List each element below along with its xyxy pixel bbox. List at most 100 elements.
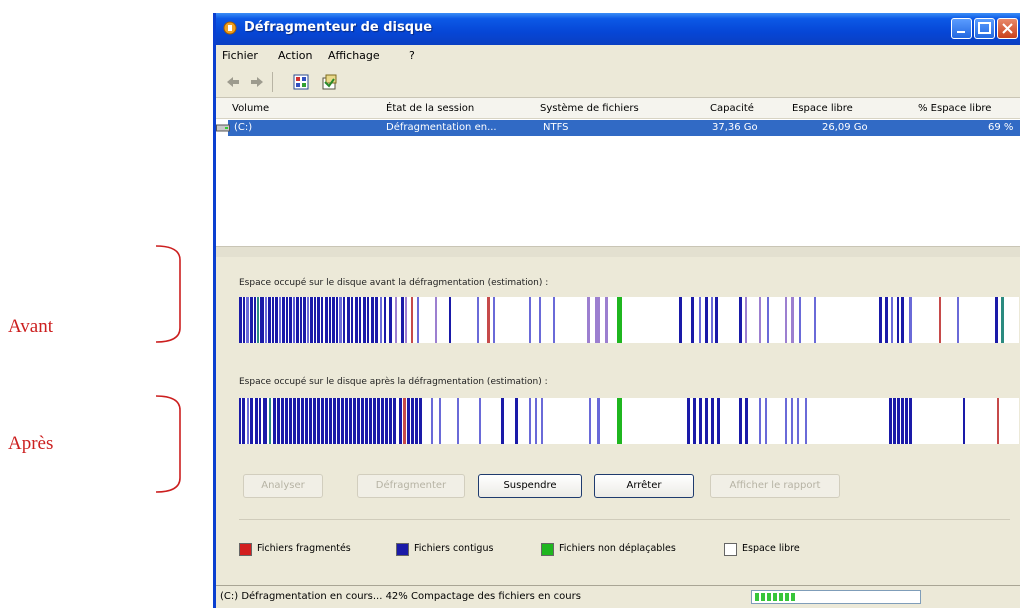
disk-cluster-stripe [401, 297, 404, 343]
disk-cluster-stripe [879, 297, 882, 343]
disk-cluster-stripe [257, 297, 259, 343]
properties-icon[interactable] [320, 73, 338, 91]
menu-fichier[interactable]: Fichier [222, 49, 258, 62]
column-free-percent[interactable]: % Espace libre [918, 103, 991, 114]
progress-segment [785, 593, 789, 601]
disk-cluster-stripe [745, 398, 748, 444]
disk-cluster-stripe [353, 398, 356, 444]
progress-segment [767, 593, 771, 601]
disk-cluster-stripe [321, 398, 324, 444]
cell-capacity: 37,36 Go [712, 122, 758, 133]
toolbar-separator [272, 72, 273, 92]
column-capacity[interactable]: Capacité [710, 103, 754, 114]
disk-cluster-stripe [399, 398, 402, 444]
disk-cluster-stripe [589, 398, 591, 444]
after-brace [155, 395, 181, 493]
disk-cluster-stripe [242, 398, 245, 444]
disk-cluster-stripe [415, 398, 418, 444]
disk-cluster-stripe [317, 297, 320, 343]
fragmented-swatch [239, 543, 252, 556]
cell-fs: NTFS [543, 122, 569, 133]
before-analysis-label: Espace occupé sur le disque avant la déf… [239, 278, 549, 288]
back-arrow-icon[interactable] [224, 73, 242, 91]
column-session-status[interactable]: État de la session [386, 103, 474, 114]
contiguous-swatch [396, 543, 409, 556]
minimize-button[interactable] [951, 18, 972, 39]
disk-cluster-stripe [282, 297, 285, 343]
column-volume[interactable]: Volume [232, 103, 269, 114]
disk-cluster-stripe [357, 398, 360, 444]
disk-cluster-stripe [300, 297, 302, 343]
disk-cluster-stripe [263, 398, 267, 444]
disk-cluster-stripe [301, 398, 304, 444]
menu-action[interactable]: Action [278, 49, 312, 62]
disk-cluster-stripe [286, 297, 288, 343]
before-defrag-display [239, 297, 1019, 343]
disk-cluster-stripe [247, 398, 249, 444]
cell-free: 26,09 Go [822, 122, 868, 133]
column-free-space[interactable]: Espace libre [792, 103, 853, 114]
column-file-system[interactable]: Système de fichiers [540, 103, 639, 114]
disk-cluster-stripe [1001, 297, 1004, 343]
menu-affichage[interactable]: Affichage [328, 49, 380, 62]
defragment-button[interactable]: Défragmenter [357, 474, 465, 498]
disk-cluster-stripe [717, 398, 720, 444]
progress-segment [791, 593, 795, 601]
menu-help[interactable]: ? [409, 49, 415, 62]
disk-cluster-stripe [269, 398, 271, 444]
disk-cluster-stripe [313, 398, 316, 444]
disk-cluster-stripe [279, 297, 281, 343]
disk-cluster-stripe [309, 398, 312, 444]
before-brace [155, 245, 181, 343]
view-report-button[interactable]: Afficher le rapport [710, 474, 840, 498]
view-icon[interactable] [292, 73, 310, 91]
horizontal-scrollbar[interactable] [216, 246, 1020, 257]
defrag-app-icon [223, 21, 237, 35]
disk-cluster-stripe [314, 297, 316, 343]
disk-cluster-stripe [293, 297, 295, 343]
disk-cluster-stripe [405, 297, 407, 343]
disk-cluster-stripe [332, 297, 335, 343]
disk-cluster-stripe [341, 398, 344, 444]
table-row[interactable]: (C:) Défragmentation en... NTFS 37,36 Go… [216, 120, 1020, 136]
disk-cluster-stripe [297, 398, 300, 444]
disk-cluster-stripe [553, 297, 555, 343]
disk-cluster-stripe [385, 398, 388, 444]
after-annotation: Après [8, 433, 54, 454]
disk-cluster-stripe [289, 297, 292, 343]
disk-cluster-stripe [375, 297, 378, 343]
pause-button[interactable]: Suspendre [478, 474, 582, 498]
disk-cluster-stripe [307, 297, 309, 343]
disk-cluster-stripe [691, 297, 694, 343]
disk-cluster-stripe [272, 297, 274, 343]
forward-arrow-icon[interactable] [248, 73, 266, 91]
disk-cluster-stripe [535, 398, 537, 444]
disk-cluster-stripe [679, 297, 682, 343]
disk-cluster-stripe [797, 398, 799, 444]
disk-cluster-stripe [791, 297, 794, 343]
disk-cluster-stripe [785, 398, 787, 444]
disk-cluster-stripe [705, 398, 708, 444]
unmovable-swatch [541, 543, 554, 556]
toolbar [216, 67, 1020, 98]
maximize-button[interactable] [974, 18, 995, 39]
disk-cluster-stripe [997, 398, 999, 444]
title-bar[interactable]: Défragmenteur de disque [216, 13, 1020, 45]
disk-cluster-stripe [381, 398, 384, 444]
disk-cluster-stripe [597, 398, 600, 444]
disk-cluster-stripe [250, 398, 253, 444]
stop-button[interactable]: Arrêter [594, 474, 694, 498]
disk-cluster-stripe [273, 398, 276, 444]
disk-cluster-stripe [268, 297, 271, 343]
disk-cluster-stripe [963, 398, 965, 444]
disk-cluster-stripe [411, 398, 414, 444]
analyze-button[interactable]: Analyser [243, 474, 323, 498]
disk-cluster-stripe [699, 398, 702, 444]
disk-cluster-stripe [355, 297, 358, 343]
disk-cluster-stripe [407, 398, 410, 444]
disk-cluster-stripe [587, 297, 590, 343]
disk-cluster-stripe [805, 398, 807, 444]
close-button[interactable] [997, 18, 1018, 39]
disk-cluster-stripe [321, 297, 323, 343]
disk-cluster-stripe [411, 297, 413, 343]
